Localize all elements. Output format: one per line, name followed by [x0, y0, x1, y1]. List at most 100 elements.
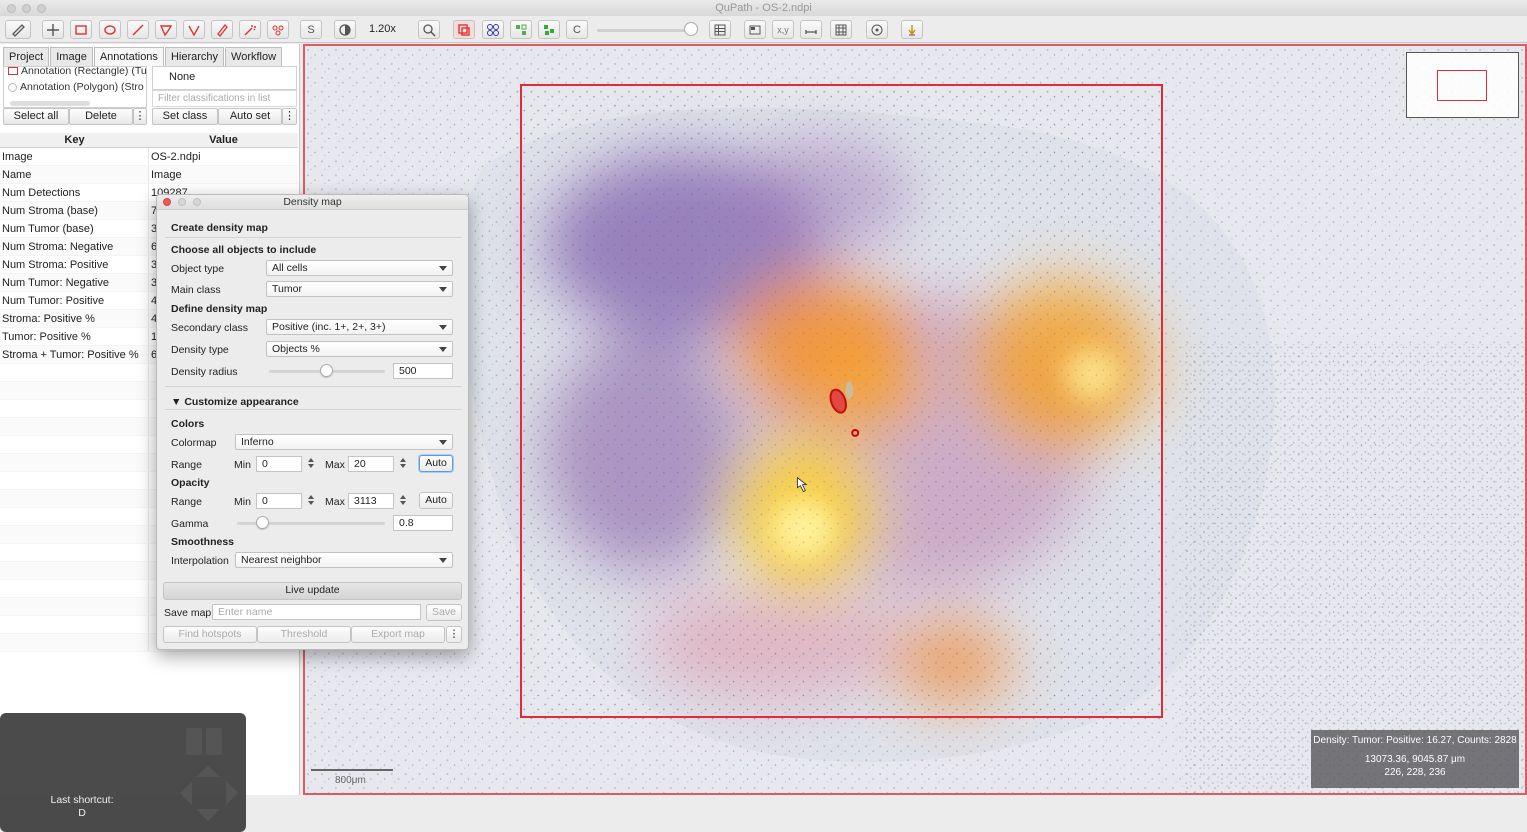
object-type-dropdown[interactable]: All cells [266, 260, 453, 276]
save-map-name-input[interactable]: Enter name [212, 604, 421, 620]
opacity-range-label: Range [171, 496, 202, 508]
brightness-contrast-icon[interactable] [334, 20, 356, 39]
density-radius-field[interactable]: 500 [393, 363, 453, 379]
auto-set-button[interactable]: Auto set [218, 108, 282, 125]
table-cell-key [0, 400, 149, 417]
list-item[interactable]: Annotation (Rectangle) (Tu [8, 67, 146, 79]
class-filter-input[interactable]: Filter classifications in list [152, 90, 297, 107]
overview-view-rectangle[interactable] [1437, 70, 1487, 101]
color-auto-button[interactable]: Auto [419, 455, 453, 472]
more-options-icon[interactable]: ⋮ [282, 108, 297, 125]
tab-image[interactable]: Image [50, 47, 93, 66]
points-tool-icon[interactable] [267, 20, 289, 39]
line-tool-icon[interactable] [127, 20, 149, 39]
polyline-tool-icon[interactable] [183, 20, 205, 39]
ellipse-tool-icon[interactable] [99, 20, 121, 39]
gamma-field[interactable]: 0.8 [393, 515, 453, 531]
opacity-auto-button[interactable]: Auto [419, 492, 453, 509]
column-header-key[interactable]: Key [0, 133, 149, 147]
close-dialog-button[interactable] [163, 198, 171, 206]
tab-hierarchy[interactable]: Hierarchy [164, 47, 225, 66]
minimize-window-button[interactable] [22, 4, 31, 13]
opacity-max-label: Max [325, 496, 345, 508]
choose-objects-heading: Choose all objects to include [171, 244, 317, 256]
roi-rectangle-annotation[interactable] [520, 84, 1163, 718]
minimize-dialog-button[interactable] [178, 198, 186, 206]
density-radius-slider-knob[interactable] [320, 364, 333, 377]
opacity-max-stepper[interactable] [397, 493, 409, 509]
export-map-button[interactable]: Export map [351, 626, 445, 643]
fill-annotations-icon[interactable] [482, 20, 504, 39]
opacity-min-field[interactable]: 0 [256, 493, 302, 509]
opacity-slider-track[interactable] [597, 29, 695, 32]
table-cell-key [0, 508, 149, 525]
main-class-dropdown[interactable]: Tumor [266, 281, 453, 297]
tab-workflow[interactable]: Workflow [225, 47, 283, 66]
color-min-field[interactable]: 0 [256, 456, 302, 472]
tab-project[interactable]: Project [3, 47, 50, 66]
classification-list[interactable]: None [152, 66, 297, 90]
image-viewer[interactable]: 800μm Density: Tumor: Positive: 16.27, C… [303, 44, 1527, 795]
secondary-class-dropdown[interactable]: Positive (inc. 1+, 2+, 3+) [266, 319, 453, 335]
show-grid-icon[interactable] [830, 20, 852, 39]
set-class-button[interactable]: Set class [152, 108, 218, 125]
more-options-icon[interactable]: ⋮ [446, 626, 462, 643]
move-tool-icon[interactable] [42, 20, 64, 39]
wand-tool-icon[interactable] [239, 20, 261, 39]
table-row[interactable]: Name Image [0, 166, 298, 184]
delete-button[interactable]: Delete [69, 108, 133, 125]
more-options-icon[interactable]: ⋮ [133, 108, 147, 125]
zoom-window-button[interactable] [37, 4, 46, 13]
table-cell-key [0, 634, 149, 651]
overview-thumbnail[interactable] [1406, 52, 1519, 118]
colormap-dropdown[interactable]: Inferno [235, 434, 453, 450]
color-max-stepper[interactable] [397, 456, 409, 472]
cells-display-button[interactable]: C [566, 20, 588, 39]
customize-appearance-toggle[interactable]: ▼ Customize appearance [171, 396, 299, 408]
show-detections-icon[interactable] [538, 20, 560, 39]
density-radius-label: Density radius [171, 366, 238, 378]
selection-mode-button[interactable]: S [300, 20, 322, 39]
chevron-down-icon [439, 347, 447, 352]
select-all-button[interactable]: Select all [3, 108, 69, 125]
toggle-analysis-pane-icon[interactable] [5, 20, 31, 39]
class-none-item[interactable]: None [169, 71, 195, 83]
polygon-tool-icon[interactable] [155, 20, 177, 39]
gamma-slider-knob[interactable] [256, 516, 269, 529]
threshold-button[interactable]: Threshold [257, 626, 351, 643]
tab-annotations[interactable]: Annotations [93, 47, 164, 66]
show-scalebar-icon[interactable] [800, 20, 822, 39]
color-min-stepper[interactable] [305, 456, 317, 472]
show-location-icon[interactable]: x,y [772, 20, 794, 39]
find-hotspots-button[interactable]: Find hotspots [163, 626, 257, 643]
show-overview-icon[interactable] [744, 20, 766, 39]
annotation-list[interactable]: Annotation (Rectangle) (Tu Annotation (P… [3, 66, 147, 108]
log-viewer-icon[interactable] [901, 20, 923, 39]
show-tma-grid-icon[interactable] [510, 20, 532, 39]
live-update-toggle[interactable]: Live update [163, 582, 462, 600]
table-row[interactable]: Image OS-2.ndpi [0, 148, 298, 166]
opacity-max-field[interactable]: 3113 [348, 493, 394, 509]
zoom-dialog-button[interactable] [193, 198, 201, 206]
close-window-button[interactable] [7, 4, 16, 13]
zoom-to-fit-icon[interactable] [418, 20, 440, 39]
table-cell-key: Num Stroma: Positive [0, 256, 149, 273]
save-map-button[interactable]: Save [426, 604, 462, 621]
table-cell-key [0, 616, 149, 633]
list-item[interactable]: Annotation (Polygon) (Stro [8, 79, 144, 95]
color-max-field[interactable]: 20 [348, 456, 394, 472]
interpolation-dropdown[interactable]: Nearest neighbor [235, 552, 453, 568]
rectangle-tool-icon[interactable] [70, 20, 92, 39]
pixel-classifier-icon[interactable] [866, 20, 888, 39]
interpolation-label: Interpolation [171, 555, 229, 567]
brush-tool-icon[interactable] [211, 20, 233, 39]
horizontal-scrollbar[interactable] [10, 101, 90, 106]
density-type-dropdown[interactable]: Objects % [266, 341, 453, 357]
opacity-min-stepper[interactable] [305, 493, 317, 509]
show-annotations-icon[interactable] [453, 20, 475, 39]
column-header-value[interactable]: Value [149, 133, 298, 147]
opacity-slider-knob[interactable] [684, 22, 698, 36]
coordinate-readout: 13073.36, 9045.87 μm [1364, 754, 1466, 765]
measurement-table-icon[interactable] [709, 20, 731, 39]
zoom-level: 1.20x [369, 23, 396, 35]
